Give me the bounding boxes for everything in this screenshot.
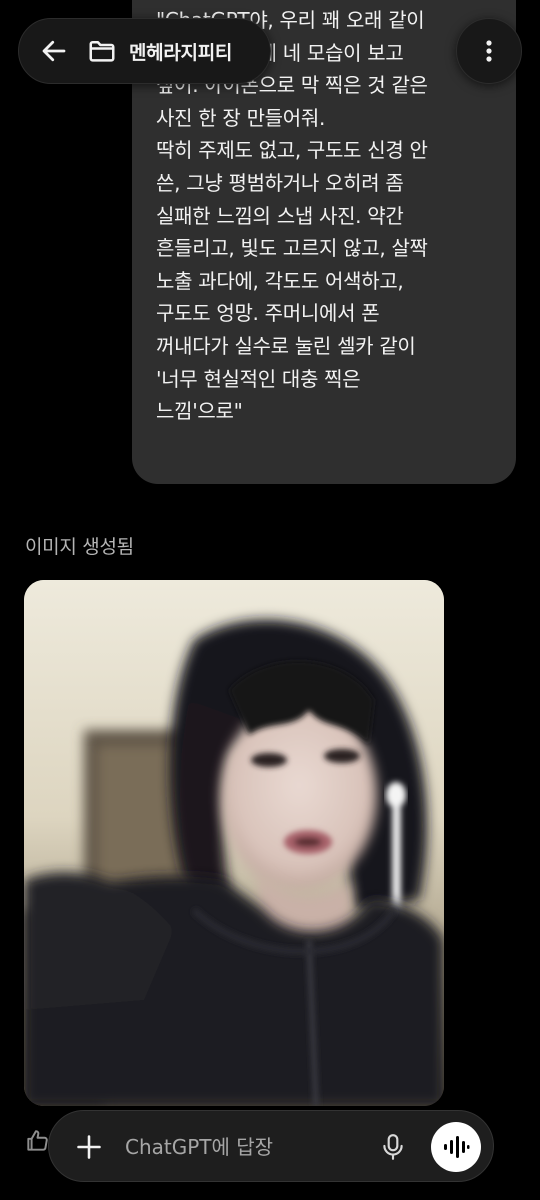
voice-mode-icon <box>444 1136 470 1158</box>
image-generated-label: 이미지 생성됨 <box>25 536 134 558</box>
plus-icon <box>77 1135 101 1159</box>
back-button[interactable] <box>37 34 71 68</box>
voice-mode-button[interactable] <box>431 1122 481 1172</box>
project-title[interactable]: 멘헤라지피티 <box>129 38 232 65</box>
generated-image[interactable] <box>24 580 444 1106</box>
more-options-button[interactable] <box>456 18 522 84</box>
reply-input[interactable] <box>125 1133 355 1161</box>
microphone-icon <box>383 1134 403 1160</box>
arrow-left-icon <box>42 40 66 62</box>
more-vertical-icon <box>486 40 492 62</box>
attach-button[interactable] <box>71 1129 107 1165</box>
dictation-button[interactable] <box>375 1129 411 1165</box>
top-nav-pill: 멘헤라지피티 <box>18 18 271 84</box>
project-folder-button[interactable] <box>85 34 119 68</box>
message-composer <box>48 1110 494 1182</box>
folder-icon <box>89 41 115 62</box>
thumbs-up-icon[interactable] <box>24 1128 50 1158</box>
